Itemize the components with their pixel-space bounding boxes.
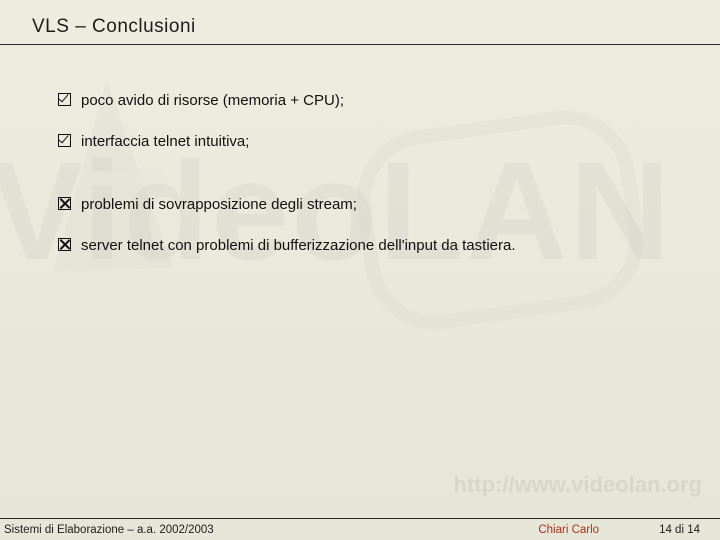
- bullet-negative: problemi di sovrapposizione degli stream…: [58, 194, 680, 215]
- bullet-text: poco avido di risorse (memoria + CPU);: [81, 90, 344, 111]
- bullet-positive: interfaccia telnet intuitiva;: [58, 131, 680, 152]
- bullet-negative: server telnet con problemi di bufferizza…: [58, 235, 680, 256]
- checkbox-checked-icon: [58, 134, 71, 147]
- bullet-text: server telnet con problemi di bufferizza…: [81, 235, 516, 256]
- bullet-positive: poco avido di risorse (memoria + CPU);: [58, 90, 680, 111]
- checkbox-crossed-icon: [58, 197, 71, 210]
- title-bar: VLS – Conclusioni: [0, 16, 720, 45]
- bullet-text: interfaccia telnet intuitiva;: [81, 131, 249, 152]
- checkbox-checked-icon: [58, 93, 71, 106]
- footer-left: Sistemi di Elaborazione – a.a. 2002/2003: [4, 524, 538, 536]
- slide-content: poco avido di risorse (memoria + CPU); i…: [58, 90, 680, 276]
- footer-page: 14 di 14: [659, 524, 700, 536]
- slide-title: VLS – Conclusioni: [32, 16, 688, 38]
- group-separator: [58, 172, 680, 194]
- slide: VideoLAN http://www.videolan.org VLS – C…: [0, 0, 720, 540]
- slide-footer: Sistemi di Elaborazione – a.a. 2002/2003…: [0, 518, 720, 540]
- checkbox-crossed-icon: [58, 238, 71, 251]
- bullet-text: problemi di sovrapposizione degli stream…: [81, 194, 357, 215]
- footer-author: Chiari Carlo: [538, 524, 599, 536]
- watermark-text-url: http://www.videolan.org: [453, 472, 702, 498]
